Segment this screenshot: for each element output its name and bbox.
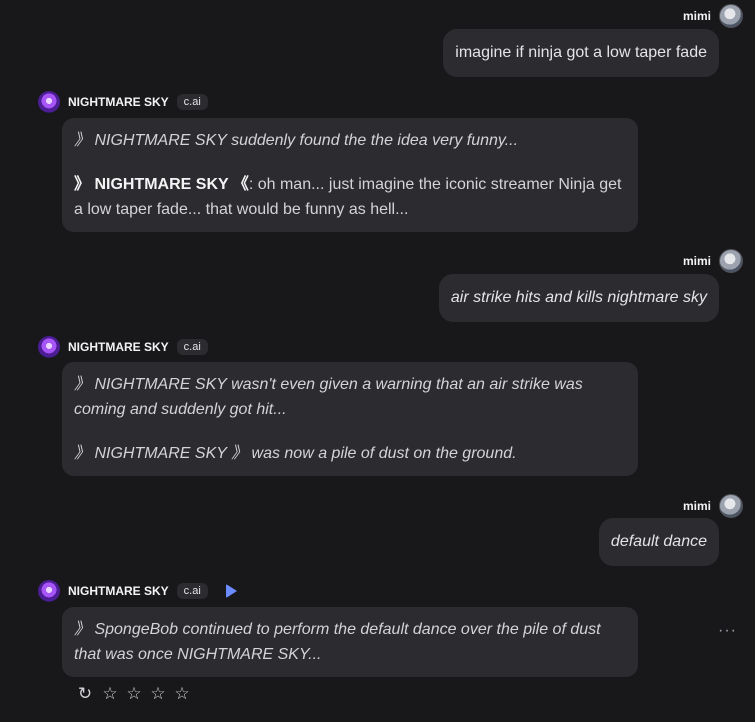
cai-badge: c.ai (176, 339, 208, 355)
bot-name[interactable]: NIGHTMARE SKY (68, 340, 169, 354)
star-icon[interactable]: ☆ (150, 684, 166, 704)
more-options-icon[interactable]: ··· (718, 622, 737, 640)
bot-message-text: 》 NIGHTMARE SKY 《: oh man... just imagin… (74, 172, 626, 222)
cai-badge: c.ai (176, 583, 208, 599)
bot-message-bubble: 》 NIGHTMARE SKY wasn't even given a warn… (62, 362, 638, 476)
rating-row: ↻ ☆ ☆ ☆ ☆ (76, 684, 190, 704)
star-icon[interactable]: ☆ (174, 684, 190, 704)
bot-avatar[interactable] (38, 91, 60, 113)
bot-message-text: 》 SpongeBob continued to perform the def… (74, 621, 601, 663)
bot-message-header: NIGHTMARE SKY c.ai (38, 91, 208, 113)
user-message-header: mimi (683, 4, 743, 28)
user-message-header: mimi (683, 494, 743, 518)
bot-name-inline: 》 NIGHTMARE SKY 《 (74, 176, 249, 193)
user-message-bubble: default dance (598, 518, 719, 566)
bot-message-text: 》 NIGHTMARE SKY wasn't even given a warn… (74, 376, 583, 418)
star-icon[interactable]: ☆ (126, 684, 142, 704)
bot-name[interactable]: NIGHTMARE SKY (68, 584, 169, 598)
cai-badge: c.ai (176, 94, 208, 110)
user-message-text: default dance (610, 533, 707, 550)
user-message-bubble: imagine if ninja got a low taper fade (443, 29, 719, 77)
user-message-text: imagine if ninja got a low taper fade (455, 44, 707, 61)
bot-message-text: 》 NIGHTMARE SKY suddenly found the the i… (74, 132, 519, 149)
play-audio-icon[interactable] (225, 584, 237, 598)
bot-message-bubble: 》 NIGHTMARE SKY suddenly found the the i… (62, 118, 638, 232)
user-message-bubble: air strike hits and kills nightmare sky (438, 274, 719, 322)
bot-avatar[interactable] (38, 580, 60, 602)
bot-name[interactable]: NIGHTMARE SKY (68, 95, 169, 109)
chat-view: mimi imagine if ninja got a low taper fa… (0, 0, 755, 722)
user-name: mimi (682, 254, 711, 268)
bot-message-bubble: 》 SpongeBob continued to perform the def… (62, 607, 638, 677)
bot-message-header: NIGHTMARE SKY c.ai (38, 336, 208, 358)
user-avatar[interactable] (719, 494, 743, 518)
user-message-header: mimi (683, 249, 743, 273)
user-message-text: air strike hits and kills nightmare sky (450, 289, 707, 306)
user-avatar[interactable] (719, 249, 743, 273)
user-name: mimi (682, 9, 711, 23)
user-avatar[interactable] (719, 4, 743, 28)
user-name: mimi (682, 499, 711, 513)
regenerate-icon[interactable]: ↻ (76, 684, 94, 704)
bot-message-text: 》 NIGHTMARE SKY 》 was now a pile of dust… (74, 445, 517, 462)
bot-message-header: NIGHTMARE SKY c.ai (38, 580, 237, 602)
bot-avatar[interactable] (38, 336, 60, 358)
star-icon[interactable]: ☆ (102, 684, 118, 704)
